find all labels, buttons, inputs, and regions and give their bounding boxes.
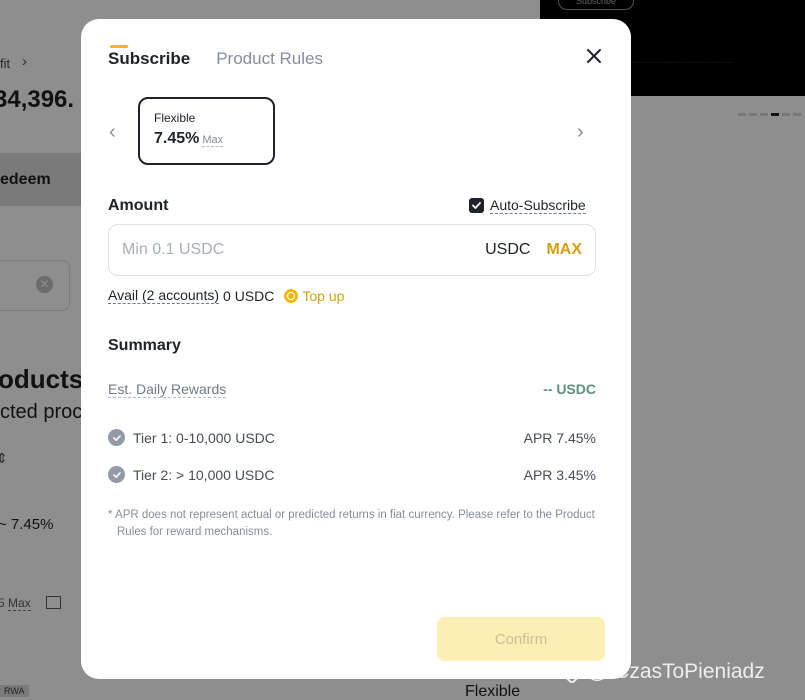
amount-input-box: USDC MAX	[108, 224, 596, 276]
subscribe-modal: Subscribe Product Rules ‹ Flexible 7.45%…	[81, 19, 631, 679]
avail-label[interactable]: Avail (2 accounts)	[108, 287, 220, 304]
apr-range: ~ 7.45%	[0, 516, 54, 533]
chart-icon	[46, 596, 61, 609]
tier-rate: APR 3.45%	[523, 466, 596, 483]
auto-subscribe-toggle[interactable]: Auto-Subscribe	[469, 197, 586, 214]
banner-button: Subscribe	[558, 0, 634, 10]
product-card-apr: 7.45%	[154, 130, 200, 147]
confirm-button[interactable]: Confirm	[437, 617, 605, 661]
apr-disclaimer: * APR does not represent actual or predi…	[108, 509, 595, 538]
products-heading: oducts	[0, 364, 84, 394]
daily-rewards-label: Est. Daily Rewards	[108, 381, 227, 398]
sort-icon: ⇕	[0, 450, 8, 466]
rwa-tag: RWA	[0, 685, 29, 697]
daily-rewards-value: -- USDC	[543, 381, 596, 397]
chevron-left-icon[interactable]: ‹	[109, 121, 116, 144]
topup-link[interactable]: Top up	[284, 288, 344, 304]
avail-value: 0 USDC	[223, 287, 275, 304]
product-card-label: Flexible	[154, 111, 196, 125]
topup-coin-icon	[284, 288, 299, 303]
amount-label: Amount	[108, 197, 169, 214]
max-button[interactable]: MAX	[546, 241, 582, 259]
tier-name: Tier 2: > 10,000 USDC	[133, 466, 275, 483]
active-tab-indicator	[110, 45, 128, 48]
breadcrumb-chevron-icon: ›	[22, 53, 27, 70]
avail-row: Avail (2 accounts) 0 USDC Top up	[108, 287, 344, 304]
check-circle-icon	[108, 429, 125, 446]
tier-row: Tier 2: > 10,000 USDC APR 3.45%	[108, 466, 596, 483]
amount-input[interactable]	[122, 241, 486, 259]
product-card-max: Max	[202, 134, 224, 147]
checkbox-checked-icon[interactable]	[469, 198, 484, 213]
modal-tabs: Subscribe Product Rules	[108, 49, 323, 69]
check-circle-icon	[108, 466, 125, 483]
clear-icon: ✕	[36, 276, 53, 293]
balance-value: 34,396.	[0, 86, 75, 113]
search-input-bg	[0, 260, 70, 311]
flexible-label: Flexible	[465, 683, 521, 700]
product-card-flexible[interactable]: Flexible 7.45% Max	[138, 97, 275, 165]
selected-products-text: cted proc	[0, 401, 83, 423]
tier-row: Tier 1: 0-10,000 USDC APR 7.45%	[108, 429, 596, 446]
max-label: Max	[8, 596, 31, 611]
summary-heading: Summary	[108, 337, 181, 354]
breadcrumb: fit	[0, 56, 11, 71]
tab-subscribe[interactable]: Subscribe	[108, 49, 190, 69]
carousel-dots	[738, 113, 801, 116]
chevron-right-icon[interactable]: ›	[577, 121, 584, 144]
redeem-button: edeem	[0, 171, 51, 188]
tab-product-rules[interactable]: Product Rules	[216, 49, 323, 69]
max-row: 5 Max	[0, 596, 31, 611]
max-prefix: 5	[0, 596, 5, 610]
banner-text: ·· ·· ······ ······ ······ ····· ···· ··…	[632, 60, 733, 66]
amount-unit: USDC	[485, 241, 531, 258]
auto-subscribe-label[interactable]: Auto-Subscribe	[490, 197, 586, 214]
tier-rate: APR 7.45%	[523, 429, 596, 446]
tier-name: Tier 1: 0-10,000 USDC	[133, 429, 275, 446]
close-icon[interactable]	[583, 45, 605, 67]
product-card-apr-row: 7.45% Max	[154, 130, 259, 148]
topup-label[interactable]: Top up	[302, 288, 344, 304]
